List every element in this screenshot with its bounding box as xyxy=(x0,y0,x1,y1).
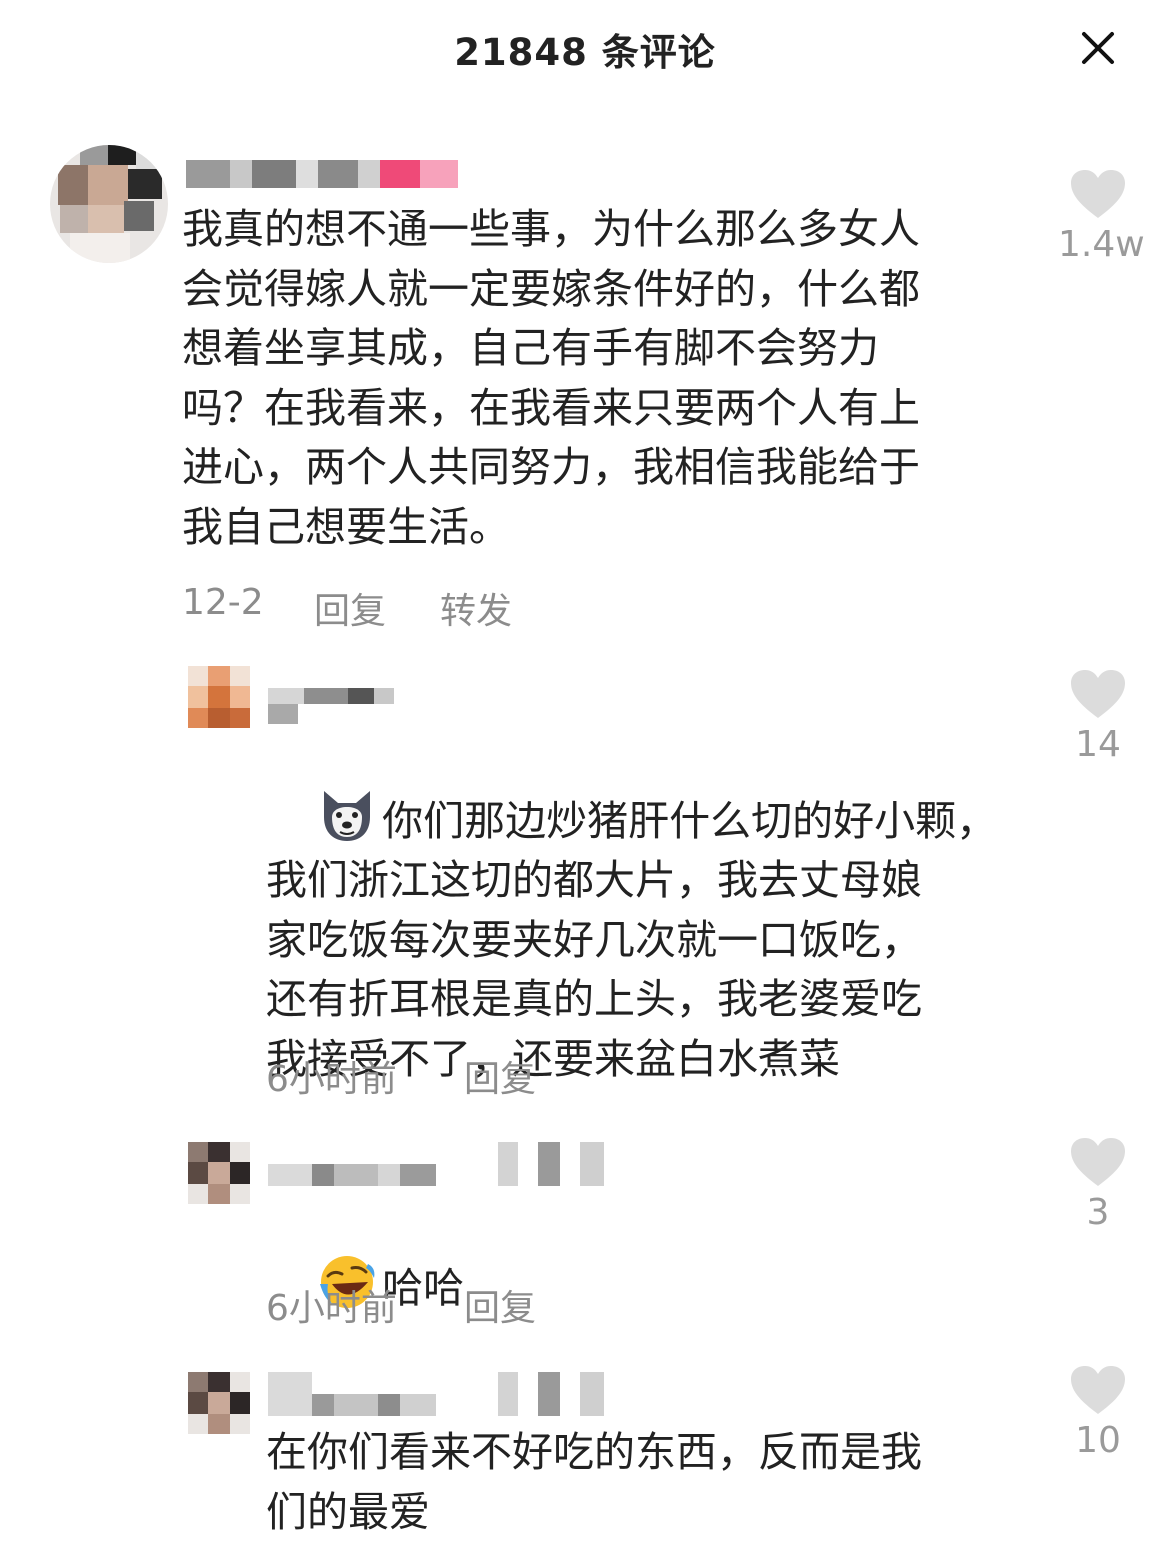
like-count: 3 xyxy=(1086,1192,1110,1233)
username-blurred[interactable] xyxy=(268,1142,604,1186)
like-button[interactable]: 3 xyxy=(1058,1136,1138,1233)
close-icon[interactable] xyxy=(1078,28,1118,68)
reply-button[interactable]: 回复 xyxy=(314,582,386,634)
comment-date: 6小时前 xyxy=(266,1288,397,1329)
comment-meta: 12-2 回复 转发 xyxy=(182,582,582,632)
like-count: 1.4w xyxy=(1058,224,1145,265)
username-blurred[interactable] xyxy=(268,688,394,724)
username-blurred[interactable] xyxy=(186,160,458,188)
comment-text: 在你们看来不好吃的东西，反而是我 们的最爱 xyxy=(266,1428,922,1536)
comment-count-title: 21848 条评论 xyxy=(454,31,716,74)
like-button[interactable]: 14 xyxy=(1058,668,1138,765)
comment-meta: 6小时前 回复 xyxy=(266,1279,626,1329)
like-button[interactable]: 10 xyxy=(1058,1364,1138,1461)
like-count: 10 xyxy=(1075,1420,1121,1461)
husky-emoji xyxy=(324,790,371,841)
heart-icon xyxy=(1071,1138,1125,1186)
avatar[interactable] xyxy=(188,1372,250,1434)
reply-button[interactable]: 回复 xyxy=(464,1279,536,1331)
comments-header: 21848 条评论 xyxy=(0,0,1170,100)
avatar[interactable] xyxy=(188,666,250,728)
avatar[interactable] xyxy=(50,145,168,263)
username-blurred[interactable] xyxy=(268,1372,604,1416)
comment-date: 6小时前 xyxy=(266,1059,397,1100)
avatar[interactable] xyxy=(188,1142,250,1204)
share-button[interactable]: 转发 xyxy=(440,582,512,634)
comment-date: 12-2 xyxy=(182,582,264,623)
heart-icon xyxy=(1071,170,1125,218)
heart-icon xyxy=(1071,1366,1125,1414)
like-count: 14 xyxy=(1075,724,1121,765)
reply-button[interactable]: 回复 xyxy=(464,1050,536,1102)
comment-meta: 6小时前 回复 xyxy=(266,1050,626,1100)
like-button[interactable]: 1.4w xyxy=(1058,168,1145,265)
heart-icon xyxy=(1071,670,1125,718)
comment-text: 我真的想不通一些事，为什么那么多女人 会觉得嫁人就一定要嫁条件好的，什么都 想着… xyxy=(182,205,920,551)
